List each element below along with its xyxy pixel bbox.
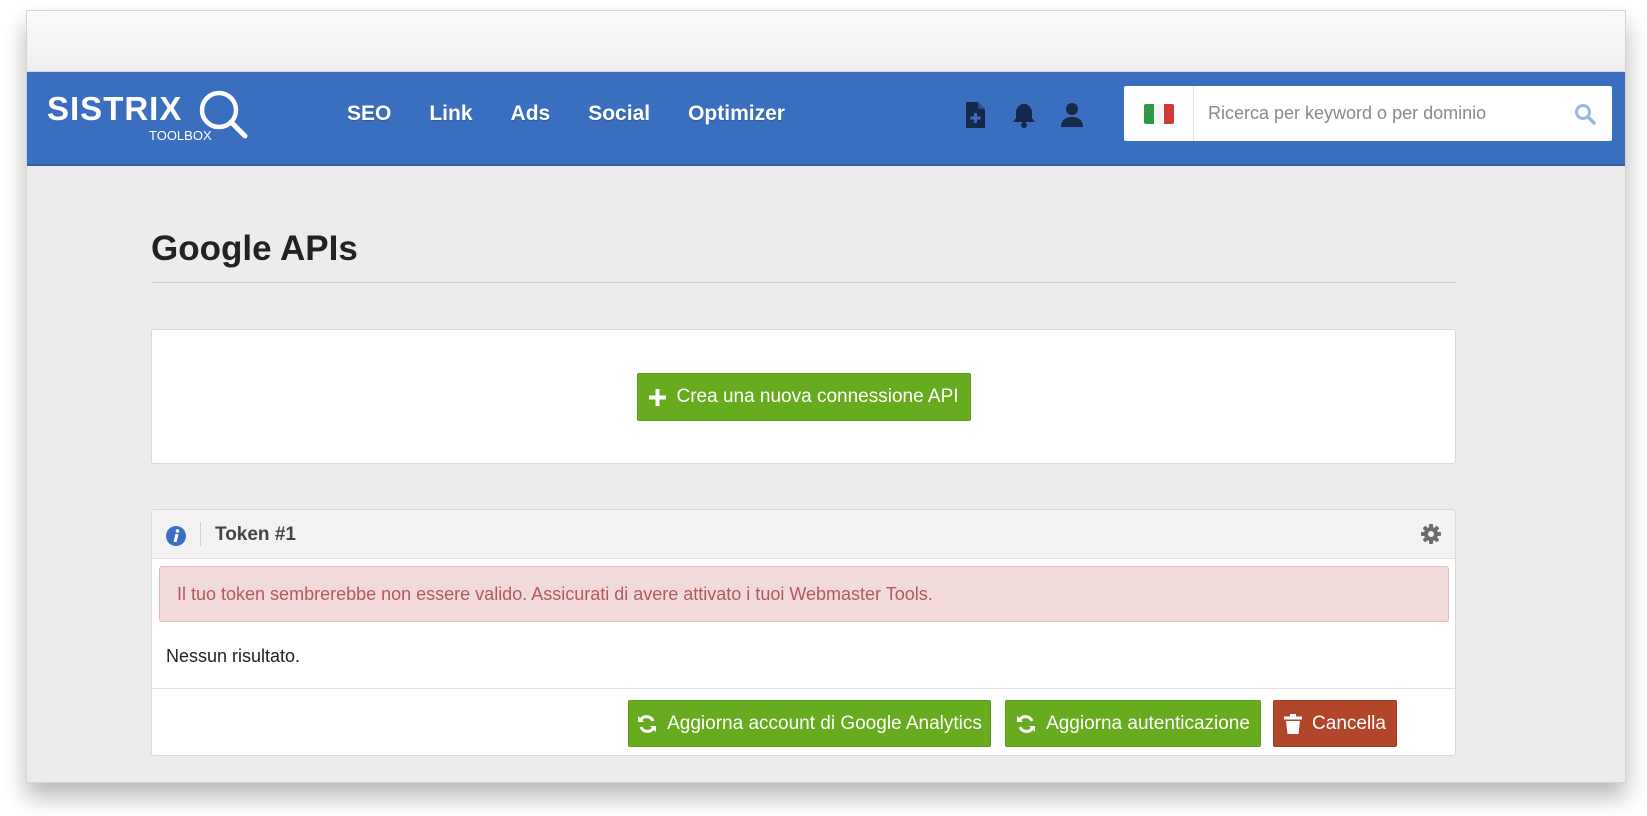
italy-flag-icon xyxy=(1143,103,1174,124)
token-panel-header: Token #1 xyxy=(152,510,1455,559)
main-nav: SEO Link Ads Social Optimizer xyxy=(347,102,785,126)
file-add-icon[interactable] xyxy=(963,100,989,130)
refresh-google-analytics-button[interactable]: Aggiorna account di Google Analytics xyxy=(628,700,991,747)
delete-button[interactable]: Cancella xyxy=(1273,700,1397,747)
gear-icon[interactable] xyxy=(1421,524,1441,544)
plus-icon xyxy=(649,388,667,406)
nav-seo[interactable]: SEO xyxy=(347,102,391,126)
search-button[interactable] xyxy=(1558,86,1612,141)
create-connection-panel: Crea una nuova connessione API xyxy=(151,329,1456,464)
info-icon[interactable] xyxy=(165,525,187,547)
no-results-text: Nessun risultato. xyxy=(166,646,301,666)
nav-social[interactable]: Social xyxy=(588,102,650,126)
create-api-connection-button[interactable]: Crea una nuova connessione API xyxy=(637,373,971,421)
search-icon xyxy=(1575,103,1596,125)
sistrix-logo[interactable]: SISTRIX TOOLBOX xyxy=(47,88,257,148)
header-separator xyxy=(200,522,201,546)
top-navigation-bar: SISTRIX TOOLBOX SEO Link Ads Social Opti… xyxy=(27,72,1625,166)
page-title: Google APIs xyxy=(151,229,358,268)
create-api-connection-label: Crea una nuova connessione API xyxy=(676,386,959,407)
browser-window: SISTRIX TOOLBOX SEO Link Ads Social Opti… xyxy=(26,10,1626,783)
bell-icon[interactable] xyxy=(1011,100,1037,130)
title-divider xyxy=(151,282,1456,283)
refresh-authentication-button[interactable]: Aggiorna autenticazione xyxy=(1005,700,1261,747)
invalid-token-alert: Il tuo token sembrerebbe non essere vali… xyxy=(159,566,1449,622)
browser-chrome xyxy=(27,11,1625,72)
search-box xyxy=(1124,86,1612,141)
token-panel: Token #1 Il tuo token sembrerebbe non es… xyxy=(151,509,1456,756)
token-panel-footer: Aggiorna account di Google Analytics Agg… xyxy=(152,688,1455,755)
refresh-authentication-label: Aggiorna autenticazione xyxy=(1046,712,1250,734)
delete-label: Cancella xyxy=(1312,712,1386,734)
nav-link[interactable]: Link xyxy=(429,102,472,126)
logo-text: SISTRIX xyxy=(47,90,183,127)
user-icon[interactable] xyxy=(1059,100,1085,130)
nav-ads[interactable]: Ads xyxy=(511,102,551,126)
header-icons xyxy=(963,100,1085,130)
trash-icon xyxy=(1284,713,1303,734)
country-selector[interactable] xyxy=(1124,86,1194,141)
search-input[interactable] xyxy=(1194,86,1558,141)
token-title: Token #1 xyxy=(215,524,296,545)
refresh-icon xyxy=(1017,714,1036,733)
refresh-icon xyxy=(638,714,657,733)
magnifier-logo-icon xyxy=(199,90,248,139)
nav-optimizer[interactable]: Optimizer xyxy=(688,102,785,126)
refresh-google-analytics-label: Aggiorna account di Google Analytics xyxy=(667,712,982,734)
